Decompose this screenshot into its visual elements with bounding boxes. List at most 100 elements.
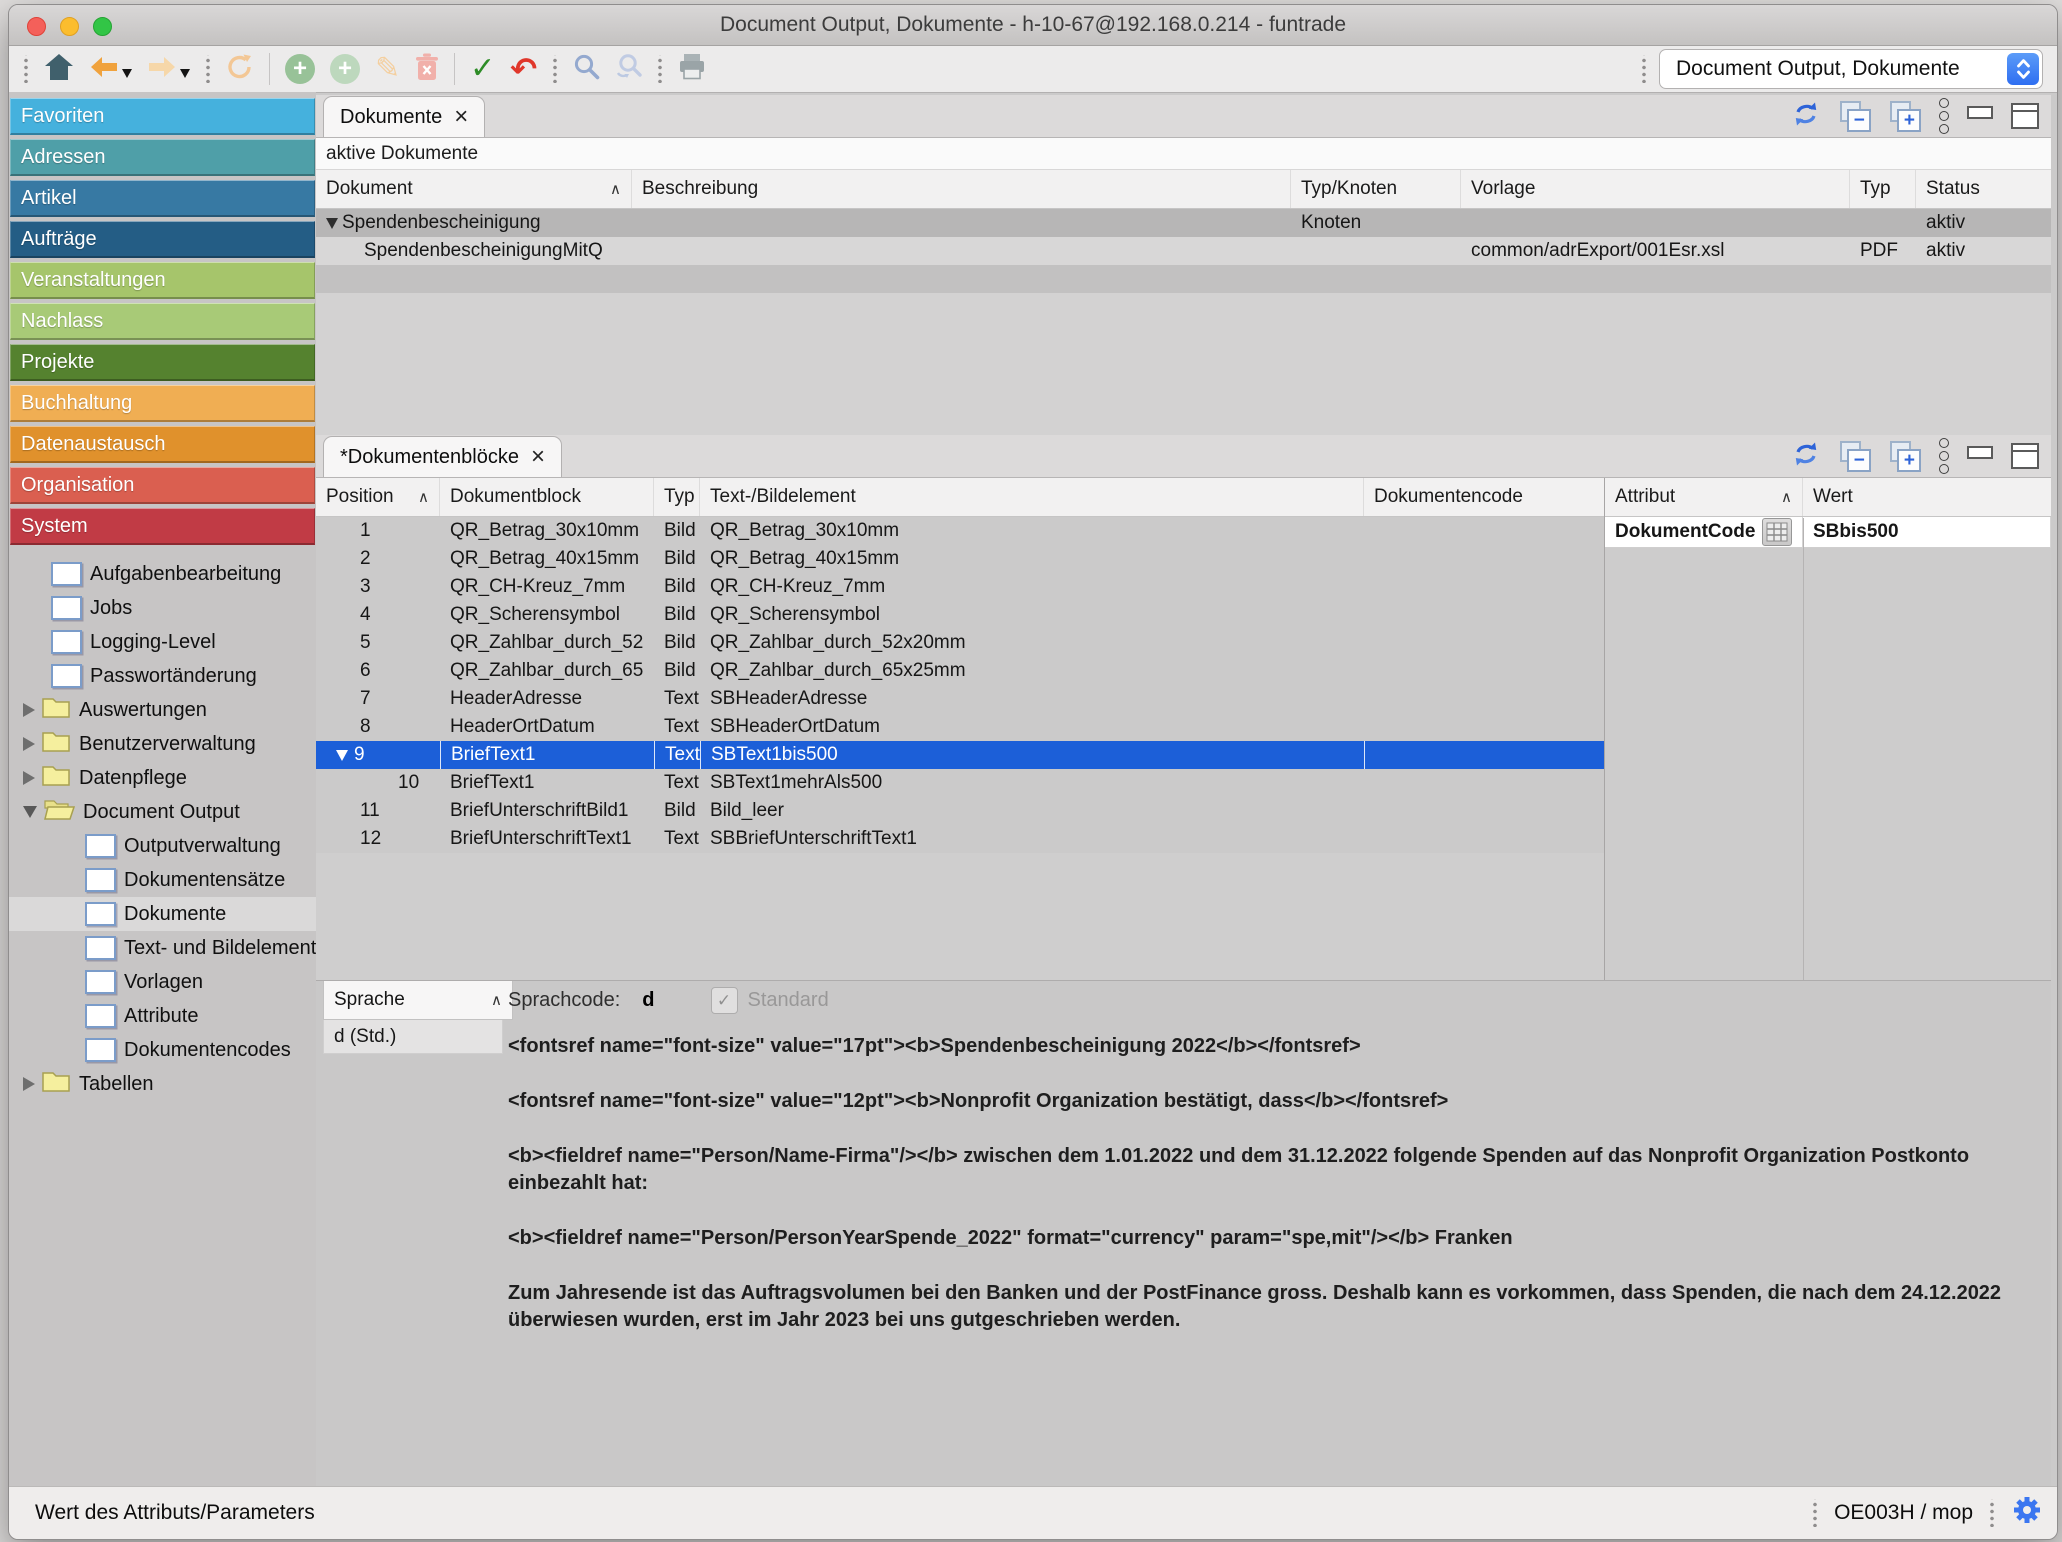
column-header-typ[interactable]: Typ xyxy=(1850,170,1916,208)
sidebar-item-veranstaltungen[interactable]: Veranstaltungen xyxy=(10,262,315,299)
language-row[interactable]: d (Std.) xyxy=(323,1020,503,1054)
sidebar-item-artikel[interactable]: Artikel xyxy=(10,180,315,217)
expander-collapsed-icon[interactable] xyxy=(23,1077,35,1091)
close-window-button[interactable] xyxy=(27,17,46,36)
column-header-typ-knoten[interactable]: Typ/Knoten xyxy=(1291,170,1461,208)
minimize-panel-icon[interactable] xyxy=(1967,446,1993,459)
table-row[interactable]: 11BriefUnterschriftBild1BildBild_leer xyxy=(316,797,1604,825)
settings-gear-icon[interactable] xyxy=(2011,1494,2043,1532)
sidebar-item-system[interactable]: System xyxy=(10,508,315,545)
tree-item-datenpflege[interactable]: Datenpflege xyxy=(9,761,316,795)
zoom-window-button[interactable] xyxy=(93,17,112,36)
tree-item-attribute[interactable]: Attribute xyxy=(9,999,316,1033)
more-options-icon[interactable] xyxy=(1939,438,1949,474)
row-expanded-icon[interactable] xyxy=(336,750,348,761)
column-header-attribut[interactable]: Attribut∧ xyxy=(1605,478,1803,516)
toolbar-grip[interactable] xyxy=(205,55,211,83)
edit-button[interactable]: ✎ xyxy=(375,51,400,87)
print-button[interactable] xyxy=(678,51,706,87)
table-row-selected[interactable]: 9 BriefText1 Text SBText1bis500 xyxy=(316,741,1604,769)
home-button[interactable] xyxy=(44,51,74,87)
expand-tabs-icon[interactable]: + xyxy=(1889,440,1921,472)
sidebar-item-adressen[interactable]: Adressen xyxy=(10,139,315,176)
search-button[interactable] xyxy=(573,51,600,87)
sidebar-item-buchhaltung[interactable]: Buchhaltung xyxy=(10,385,315,422)
expander-collapsed-icon[interactable] xyxy=(23,771,35,785)
column-header-beschreibung[interactable]: Beschreibung xyxy=(632,170,1291,208)
toolbar-grip[interactable] xyxy=(657,55,663,83)
more-options-icon[interactable] xyxy=(1939,98,1949,134)
table-row[interactable]: 4QR_ScherensymbolBildQR_Scherensymbol xyxy=(316,601,1604,629)
expand-tabs-icon[interactable]: + xyxy=(1889,100,1921,132)
maximize-panel-icon[interactable] xyxy=(2011,103,2039,129)
tab-dokumente[interactable]: Dokumente × xyxy=(323,96,485,137)
tree-item-auswertungen[interactable]: Auswertungen xyxy=(9,693,316,727)
column-header-dokumentencode[interactable]: Dokumentencode xyxy=(1364,478,1604,516)
attribute-row[interactable]: DokumentCode SBbis500 xyxy=(1605,517,2051,548)
minimize-window-button[interactable] xyxy=(60,17,79,36)
table-row[interactable]: 2QR_Betrag_40x15mmBildQR_Betrag_40x15mm xyxy=(316,545,1604,573)
tree-item-tabellen[interactable]: Tabellen xyxy=(9,1067,316,1101)
tree-item-document-output[interactable]: Document Output xyxy=(9,795,316,829)
perspective-select[interactable]: Document Output, Dokumente xyxy=(1659,49,2043,89)
tree-item-logging-level[interactable]: Logging-Level xyxy=(9,625,316,659)
sidebar-item-nachlass[interactable]: Nachlass xyxy=(10,303,315,340)
toolbar-grip[interactable] xyxy=(552,55,558,83)
column-header-typ[interactable]: Typ xyxy=(654,478,700,516)
refresh-button[interactable] xyxy=(226,51,254,87)
sidebar-item-datenaustausch[interactable]: Datenaustausch xyxy=(10,426,315,463)
expander-collapsed-icon[interactable] xyxy=(23,737,35,751)
table-row[interactable]: 12BriefUnterschriftText1TextSBBriefUnter… xyxy=(316,825,1604,853)
tree-item-vorlagen[interactable]: Vorlagen xyxy=(9,965,316,999)
add-button[interactable]: + xyxy=(285,54,315,84)
row-expanded-icon[interactable] xyxy=(326,218,338,229)
table-row[interactable]: 1QR_Betrag_30x10mmBildQR_Betrag_30x10mm xyxy=(316,517,1604,545)
column-header-position[interactable]: Position∧ xyxy=(316,478,440,516)
column-header-wert[interactable]: Wert xyxy=(1803,478,2051,516)
column-header-dokument[interactable]: Dokument∧ xyxy=(316,170,632,208)
table-row[interactable]: SpendenbescheinigungMitQ common/adrExpor… xyxy=(316,237,2051,265)
table-row[interactable]: 8HeaderOrtDatumTextSBHeaderOrtDatum xyxy=(316,713,1604,741)
toolbar-grip[interactable] xyxy=(23,55,29,83)
tab-dokumentenbloecke[interactable]: *Dokumentenblöcke × xyxy=(323,436,562,477)
table-row[interactable]: Spendenbescheinigung Knoten aktiv xyxy=(316,209,2051,237)
delete-button[interactable] xyxy=(415,51,439,87)
tree-item-dokumente[interactable]: Dokumente xyxy=(9,897,316,931)
maximize-panel-icon[interactable] xyxy=(2011,443,2039,469)
sidebar-item-favoriten[interactable]: Favoriten xyxy=(10,98,315,135)
confirm-button[interactable]: ✓ xyxy=(470,51,495,87)
add-copy-button[interactable]: + xyxy=(330,54,360,84)
tree-item-dokumentensaetze[interactable]: Dokumentensätze xyxy=(9,863,316,897)
sidebar-item-organisation[interactable]: Organisation xyxy=(10,467,315,504)
forward-dropdown-icon[interactable] xyxy=(180,69,190,78)
tree-item-jobs[interactable]: Jobs xyxy=(9,591,316,625)
block-text-content[interactable]: <fontsref name="font-size" value="17pt">… xyxy=(508,1033,2028,1362)
tree-item-aufgabenbearbeitung[interactable]: Aufgabenbearbeitung xyxy=(9,557,316,591)
refresh-icon[interactable] xyxy=(1791,441,1821,472)
table-row[interactable]: 6QR_Zahlbar_durch_65BildQR_Zahlbar_durch… xyxy=(316,657,1604,685)
expander-expanded-icon[interactable] xyxy=(23,806,37,818)
sidebar-item-auftraege[interactable]: Aufträge xyxy=(10,221,315,258)
column-header-sprache[interactable]: Sprache∧ xyxy=(323,981,513,1020)
tree-item-passwortaenderung[interactable]: Passwortänderung xyxy=(9,659,316,693)
close-tab-icon[interactable]: × xyxy=(454,105,468,129)
table-row[interactable]: 10BriefText1TextSBText1mehrAls500 xyxy=(316,769,1604,797)
back-button[interactable] xyxy=(89,51,132,87)
table-row[interactable]: 5QR_Zahlbar_durch_52BildQR_Zahlbar_durch… xyxy=(316,629,1604,657)
table-row[interactable]: 7HeaderAdresseTextSBHeaderAdresse xyxy=(316,685,1604,713)
refresh-icon[interactable] xyxy=(1791,101,1821,132)
tree-item-dokumentencodes[interactable]: Dokumentencodes xyxy=(9,1033,316,1067)
back-dropdown-icon[interactable] xyxy=(122,69,132,78)
toolbar-grip[interactable] xyxy=(1641,55,1647,83)
collapse-tabs-icon[interactable]: − xyxy=(1839,440,1871,472)
column-header-text-bildelement[interactable]: Text-/Bildelement xyxy=(700,478,1364,516)
forward-button[interactable] xyxy=(147,51,190,87)
attribute-grid-button[interactable] xyxy=(1762,518,1792,546)
minimize-panel-icon[interactable] xyxy=(1967,106,1993,119)
tree-item-text-und-bildelemente[interactable]: Text- und Bildelemente xyxy=(9,931,316,965)
standard-checkbox[interactable]: ✓ xyxy=(711,987,738,1014)
close-tab-icon[interactable]: × xyxy=(531,445,545,469)
collapse-tabs-icon[interactable]: − xyxy=(1839,100,1871,132)
column-header-dokumentblock[interactable]: Dokumentblock xyxy=(440,478,654,516)
undo-button[interactable]: ↶ xyxy=(510,51,537,87)
